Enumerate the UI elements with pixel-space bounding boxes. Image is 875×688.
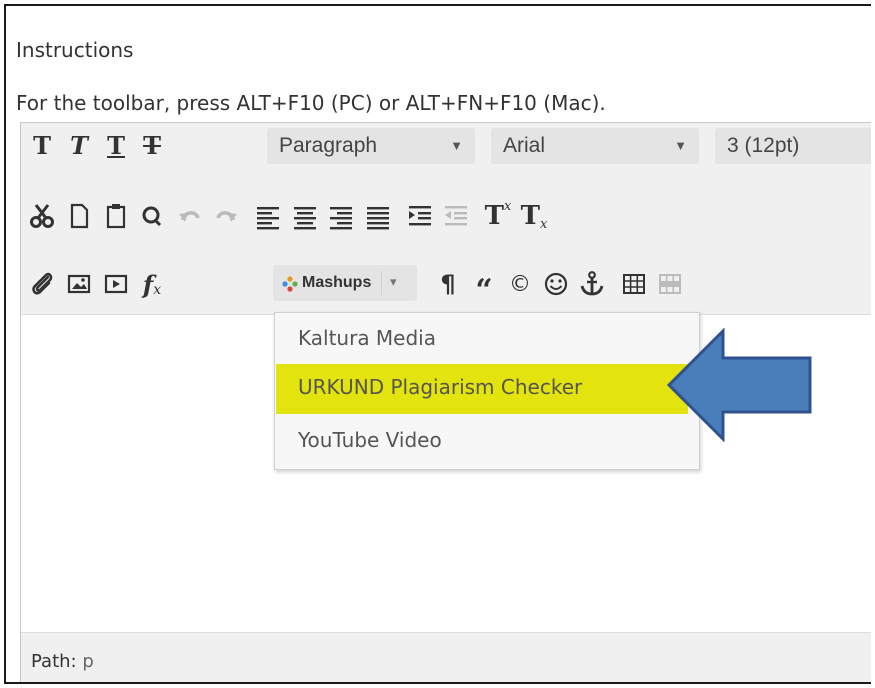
left-arrow-icon (666, 328, 812, 442)
formula-x-glyph: x (153, 282, 162, 298)
align-center-icon[interactable] (288, 199, 322, 233)
align-justify-icon[interactable] (361, 199, 395, 233)
status-path-bar: Path: p (21, 632, 871, 682)
copyright-glyph: © (509, 271, 531, 297)
menu-item-label: URKUND Plagiarism Checker (298, 375, 583, 399)
table-disabled-icon[interactable] (653, 267, 687, 301)
chevron-down-icon: ▼ (450, 138, 463, 153)
subscript-icon[interactable]: Tx (517, 199, 551, 233)
subscript-base-glyph: T (520, 201, 540, 231)
align-right-icon[interactable] (324, 199, 358, 233)
media-icon[interactable] (99, 267, 133, 301)
size-select-value: 3 (12pt) (727, 134, 800, 157)
subscript-mark-glyph: x (540, 216, 548, 232)
size-select[interactable]: 3 (12pt) (715, 128, 871, 164)
underline-icon[interactable]: T (99, 128, 133, 162)
format-select[interactable]: Paragraph ▼ (267, 128, 475, 164)
superscript-base-glyph: T (484, 201, 504, 231)
path-label: Path: p (31, 651, 94, 672)
editor-toolbar: T T T T Paragraph ▼ Arial ▼ 3 (12pt) T x… (21, 123, 871, 315)
strikethrough-glyph: T (143, 130, 161, 160)
formula-f-glyph: f (142, 269, 154, 299)
mashups-icon (282, 276, 298, 292)
chevron-down-icon[interactable]: ▾ (390, 275, 397, 290)
menu-item-label: YouTube Video (298, 428, 442, 452)
mashups-label: Mashups (302, 274, 372, 291)
anchor-icon[interactable] (575, 267, 609, 301)
menu-item-youtube-video[interactable]: YouTube Video (276, 417, 697, 467)
emoticon-icon[interactable] (539, 267, 573, 301)
format-select-value: Paragraph (279, 134, 378, 157)
paragraph-mark-icon[interactable]: ¶ (431, 267, 465, 301)
menu-item-urkund-plagiarism-checker[interactable]: URKUND Plagiarism Checker (276, 364, 688, 414)
paste-icon[interactable] (99, 199, 133, 233)
instructions-title: Instructions (16, 38, 134, 62)
font-select[interactable]: Arial ▼ (491, 128, 699, 164)
underline-glyph: T (107, 130, 125, 160)
attach-icon[interactable] (25, 267, 59, 301)
mashups-divider (381, 271, 382, 295)
indent-icon[interactable] (403, 199, 437, 233)
copy-icon[interactable] (62, 199, 96, 233)
menu-item-label: Kaltura Media (298, 326, 436, 350)
screenshot-frame: Instructions For the toolbar, press ALT+… (4, 4, 871, 684)
bold-glyph: T (33, 130, 51, 160)
bold-icon[interactable]: T (25, 128, 59, 162)
find-icon[interactable] (135, 199, 169, 233)
font-select-value: Arial (503, 134, 546, 157)
pilcrow-glyph: ¶ (440, 270, 456, 298)
redo-icon[interactable] (209, 199, 243, 233)
align-left-icon[interactable] (251, 199, 285, 233)
formula-icon[interactable]: fx (135, 267, 169, 301)
superscript-mark-glyph: x (504, 198, 512, 214)
quote-icon[interactable]: “ (467, 267, 501, 308)
path-value[interactable]: p (82, 651, 93, 672)
italic-glyph: T (70, 130, 88, 160)
mashups-dropdown-menu: Kaltura Media URKUND Plagiarism Checker … (274, 312, 700, 470)
table-icon[interactable] (617, 267, 651, 301)
quote-glyph: “ (475, 272, 493, 308)
copyright-icon[interactable]: © (503, 267, 537, 301)
toolbar-hint: For the toolbar, press ALT+F10 (PC) or A… (16, 91, 606, 115)
path-label-text: Path: (31, 651, 77, 672)
superscript-icon[interactable]: Tx (481, 199, 515, 233)
strikethrough-icon[interactable]: T (135, 128, 169, 162)
image-icon[interactable] (62, 267, 96, 301)
undo-icon[interactable] (173, 199, 207, 233)
italic-icon[interactable]: T (62, 128, 96, 162)
mashups-button[interactable]: Mashups ▾ (273, 265, 417, 301)
outdent-icon[interactable] (439, 199, 473, 233)
chevron-down-icon: ▼ (674, 138, 687, 153)
cut-icon[interactable] (25, 199, 59, 233)
menu-item-kaltura-media[interactable]: Kaltura Media (276, 315, 697, 365)
